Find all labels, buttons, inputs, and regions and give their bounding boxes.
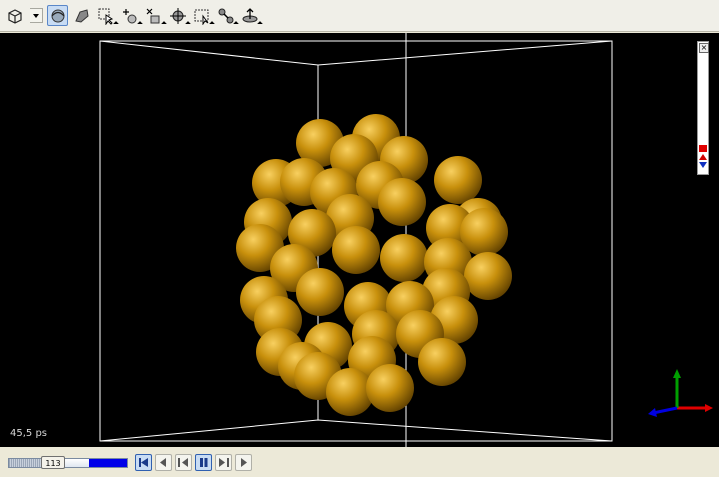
first-frame-icon	[139, 458, 148, 467]
atom	[418, 338, 466, 386]
select-icon	[98, 8, 114, 25]
x-axis-icon	[652, 406, 678, 415]
atom	[464, 252, 512, 300]
arrow-up-icon[interactable]	[699, 154, 707, 160]
atom	[434, 156, 482, 204]
side-control-strip: ×	[697, 41, 709, 175]
add-atom-icon	[123, 9, 137, 24]
box-select-icon	[194, 9, 209, 25]
play-forward-button[interactable]	[215, 454, 232, 471]
center-button[interactable]	[239, 5, 260, 26]
play-forward-icon	[219, 458, 229, 467]
axis-triad	[648, 369, 713, 417]
playback-bar: 113	[0, 447, 719, 477]
atom-cluster	[236, 114, 512, 416]
play-backward-icon	[178, 458, 188, 467]
first-frame-button[interactable]	[135, 454, 152, 471]
atom	[296, 268, 344, 316]
step-back-icon	[160, 458, 166, 467]
arrow-down-icon[interactable]	[699, 162, 707, 168]
pause-icon	[200, 458, 208, 467]
slider-thumb[interactable]: 113	[41, 456, 65, 469]
step-forward-button[interactable]	[235, 454, 252, 471]
play-backward-button[interactable]	[175, 454, 192, 471]
select-button[interactable]	[95, 5, 116, 26]
rotate-button[interactable]	[47, 5, 68, 26]
atom	[378, 178, 426, 226]
view-dropdown-arrow[interactable]	[30, 8, 43, 23]
molecule-scene	[99, 33, 613, 447]
step-back-button[interactable]	[155, 454, 172, 471]
view-cube-icon	[8, 9, 22, 24]
time-readout: 45,5 ps	[10, 428, 48, 439]
add-atom-button[interactable]	[119, 5, 140, 26]
measure-icon	[218, 8, 234, 24]
3d-viewport[interactable]: 45,5 ps ×	[0, 33, 719, 447]
step-forward-icon	[241, 458, 247, 467]
move-icon	[170, 8, 186, 24]
pause-button[interactable]	[195, 454, 212, 471]
rotate-icon	[51, 9, 65, 23]
delete-atom-icon	[146, 8, 160, 24]
draw-icon	[75, 9, 89, 23]
close-icon[interactable]: ×	[699, 43, 709, 53]
box-select-button[interactable]	[191, 5, 212, 26]
center-icon	[242, 8, 258, 23]
color-indicator	[699, 145, 707, 152]
frame-slider[interactable]: 113	[8, 456, 128, 469]
atom	[332, 226, 380, 274]
measure-button[interactable]	[215, 5, 236, 26]
toolbar	[0, 0, 719, 32]
view-cube-button[interactable]	[4, 5, 25, 26]
slider-end	[89, 459, 127, 467]
move-button[interactable]	[167, 5, 188, 26]
atom	[366, 364, 414, 412]
delete-atom-button[interactable]	[143, 5, 164, 26]
chevron-down-icon	[33, 14, 39, 18]
draw-button[interactable]	[71, 5, 92, 26]
atom	[380, 234, 428, 282]
